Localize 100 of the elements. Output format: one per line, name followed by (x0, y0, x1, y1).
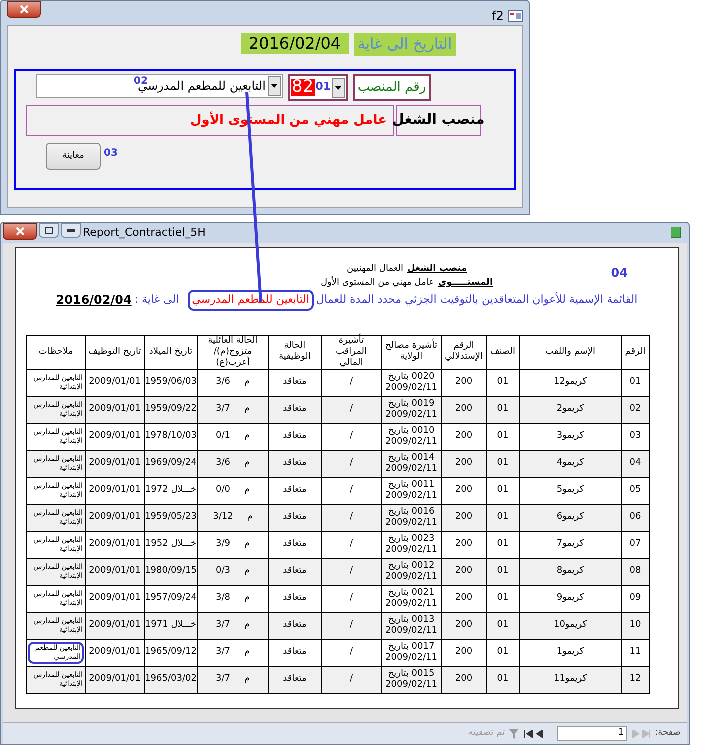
table-cell: 200 (442, 369, 486, 396)
column-header: الرقم (622, 335, 650, 369)
post-number-label: رقم المنصب (353, 74, 431, 101)
table-cell: / (322, 450, 382, 477)
table-cell: خـــلال 1952 (144, 531, 198, 558)
table-cell: متعاقد (268, 585, 322, 612)
table-cell: / (322, 666, 382, 693)
table-cell: 01 (486, 369, 520, 396)
table-cell: كريمو7 (520, 531, 622, 558)
filter-label: تم تصفيته (468, 726, 506, 740)
table-cell: 01 (486, 585, 520, 612)
table-cell: كريمو4 (520, 450, 622, 477)
table-cell: 2009/01/01 (86, 423, 144, 450)
table-cell: متعاقد (268, 666, 322, 693)
table-cell-text: م (244, 564, 250, 578)
table-cell: 0011 بتاريخ 2009/02/11 (382, 477, 442, 504)
table-cell: 200 (442, 531, 486, 558)
table-cell: 200 (442, 585, 486, 612)
table-cell: 12 (622, 666, 650, 693)
page-field[interactable]: 1 (557, 726, 628, 741)
table-cell: كريمو1 (520, 639, 622, 666)
table-cell: 01 (486, 666, 520, 693)
table-cell: 2009/01/01 (86, 369, 144, 396)
table-cell-text: م (244, 376, 250, 389)
table-cell: 11 (622, 639, 650, 666)
table-cell: / (322, 612, 382, 639)
table-cell: 1959/05/23 (144, 504, 198, 531)
table-cell-text: 3/7 (216, 402, 230, 416)
table-cell: كريمو2 (520, 396, 622, 423)
table-cell: متعاقد (268, 558, 322, 585)
table-cell-text: م (247, 510, 253, 524)
table-cell-text: م (244, 402, 250, 416)
table-cell: 05 (622, 477, 650, 504)
table-cell: كريمو8 (520, 558, 622, 585)
table-cell: 0020 بتاريخ 2009/02/11 (382, 369, 442, 396)
table-cell: 01 (486, 639, 520, 666)
column-header: الرقم الإستدلالي (442, 335, 486, 369)
table-cell: كريمو3 (520, 423, 622, 450)
table-cell: متعاقد (268, 531, 322, 558)
table-cell: 200 (442, 666, 486, 693)
table-cell: / (322, 369, 382, 396)
table-cell: 0013 بتاريخ 2009/02/11 (382, 612, 442, 639)
header-label: المستـــــوى (438, 277, 494, 290)
table-cell: 0019 بتاريخ 2009/02/11 (382, 396, 442, 423)
table-cell-text: م (244, 646, 250, 659)
table-cell: 08 (622, 558, 650, 585)
window-title: Report_Contractiel_5H (83, 225, 206, 241)
post-number-dropdown[interactable]: 82 01 (288, 74, 348, 101)
table-cell: 01 (486, 423, 520, 450)
table-cell: 200 (442, 612, 486, 639)
table-cell: كريمو6 (520, 504, 622, 531)
preview-button[interactable]: معاينة (46, 143, 101, 170)
table-cell: كريمو5 (520, 477, 622, 504)
table-cell: 2009/01/01 (86, 504, 144, 531)
table-cell: / (322, 396, 382, 423)
table-cell-text: 3/12 (213, 510, 234, 524)
column-header: الإسم واللقب (520, 335, 622, 369)
header-value: العمال المهنيين (346, 263, 404, 276)
table-cell-text: 0/3 (216, 564, 230, 578)
marker-label: 04 (611, 265, 628, 282)
table-cell-text: 3/7 (216, 618, 230, 632)
table-cell: 0021 بتاريخ 2009/02/11 (382, 585, 442, 612)
table-cell: 10 (622, 612, 650, 639)
table-cell: متعاقد (268, 423, 322, 450)
table-cell: 06 (622, 504, 650, 531)
table-cell: 01 (486, 558, 520, 585)
table-cell: 0012 بتاريخ 2009/02/11 (382, 558, 442, 585)
table-cell: 2009/01/01 (86, 612, 144, 639)
table-cell: 09 (622, 585, 650, 612)
table-cell: خـــلال 1972 (144, 477, 198, 504)
table-cell: 07 (622, 531, 650, 558)
table-cell: 2009/01/01 (86, 666, 144, 693)
header-value: عامل مهني من المستوى الأول (320, 276, 434, 290)
table-cell: كريمو10 (520, 612, 622, 639)
table-cell: متعاقد (268, 396, 322, 423)
table-cell: 1978/10/03 (144, 423, 198, 450)
column-header: الحالة العائلية متزوج(م)/أعزب(ع) (198, 335, 268, 369)
table-cell: 0017 بتاريخ 2009/02/11 (382, 639, 442, 666)
marker-label: 03 (104, 147, 118, 161)
table-cell: 2009/01/01 (86, 531, 144, 558)
table-cell-text: 3/7 (216, 646, 230, 659)
table-cell: / (322, 423, 382, 450)
column-header: تأشيرة مصالح الولاية (382, 335, 442, 369)
table-cell: 2009/01/01 (86, 585, 144, 612)
table-cell: 200 (442, 477, 486, 504)
column-header: الحالة الوظيفية (268, 335, 322, 369)
table-cell: متعاقد (268, 639, 322, 666)
table-cell: متعاقد (268, 477, 322, 504)
table-cell: / (322, 558, 382, 585)
table-cell: 04 (622, 450, 650, 477)
window-title: f2 (492, 8, 504, 25)
table-cell-text: 0/1 (216, 430, 230, 443)
table-cell-text: م (244, 456, 250, 470)
table-cell: / (322, 639, 382, 666)
table-cell: 200 (442, 423, 486, 450)
list-title: القائمة الإسمية للأعوان المتعاقدين بالتوقيت الجزئي محدد المدة للعمال (316, 292, 638, 308)
table-cell: 2009/01/01 (86, 477, 144, 504)
table-cell: 01 (622, 369, 650, 396)
table-cell: 01 (486, 612, 520, 639)
header-label: منصب الشغل (408, 263, 468, 276)
